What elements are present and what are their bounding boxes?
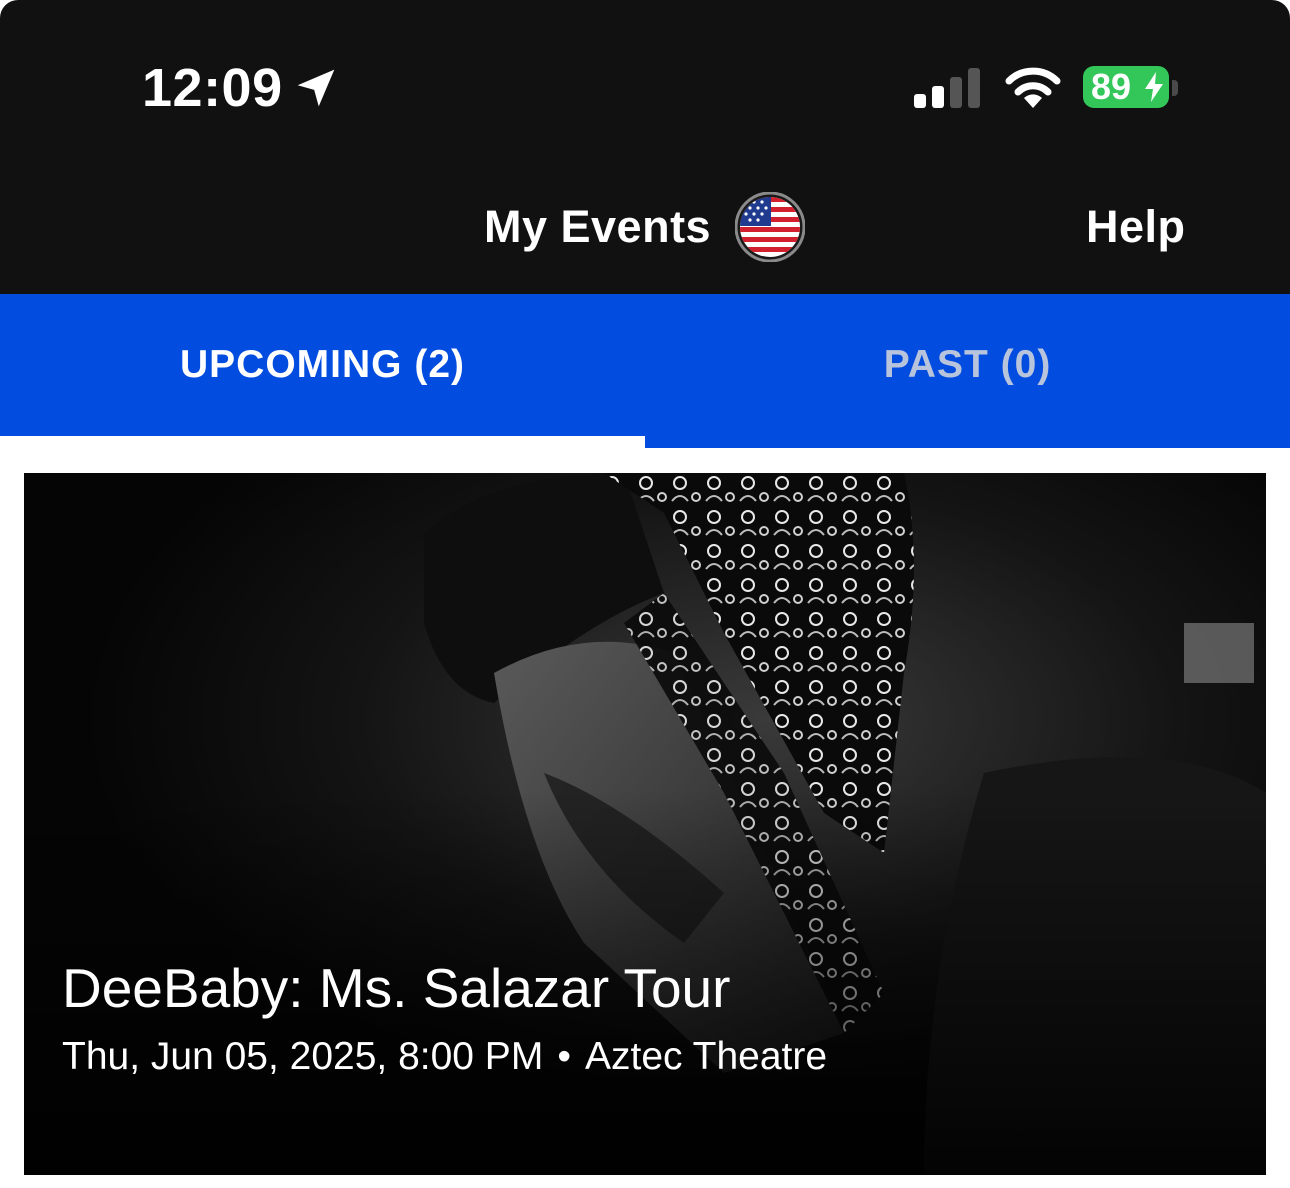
event-meta: Thu, Jun 05, 2025, 8:00 PM • Aztec Theatre xyxy=(62,1033,827,1081)
tab-bar-underline xyxy=(645,436,1290,448)
event-card[interactable]: DeeBaby: Ms. Salazar Tour Thu, Jun 05, 2… xyxy=(24,473,1266,1175)
event-date: Thu, Jun 05, 2025, 8:00 PM xyxy=(62,1035,544,1078)
charging-bolt-icon xyxy=(1145,72,1163,102)
location-arrow-icon xyxy=(297,69,335,107)
us-flag-icon[interactable] xyxy=(735,192,805,262)
help-link[interactable]: Help xyxy=(1086,200,1186,254)
battery-indicator: 89 xyxy=(1083,66,1169,108)
page-title: My Events xyxy=(484,201,712,252)
battery-percent: 89 xyxy=(1091,66,1132,107)
meta-separator: • xyxy=(557,1035,571,1078)
cellular-signal-icon xyxy=(914,68,980,108)
status-time: 12:09 xyxy=(142,58,283,118)
battery-cap xyxy=(1172,80,1178,96)
event-title: DeeBaby: Ms. Salazar Tour xyxy=(62,957,731,1019)
tab-past[interactable]: PAST (0) xyxy=(645,294,1290,436)
event-venue: Aztec Theatre xyxy=(584,1035,828,1078)
tab-upcoming[interactable]: UPCOMING (2) xyxy=(0,294,645,436)
wifi-icon xyxy=(1005,67,1061,108)
